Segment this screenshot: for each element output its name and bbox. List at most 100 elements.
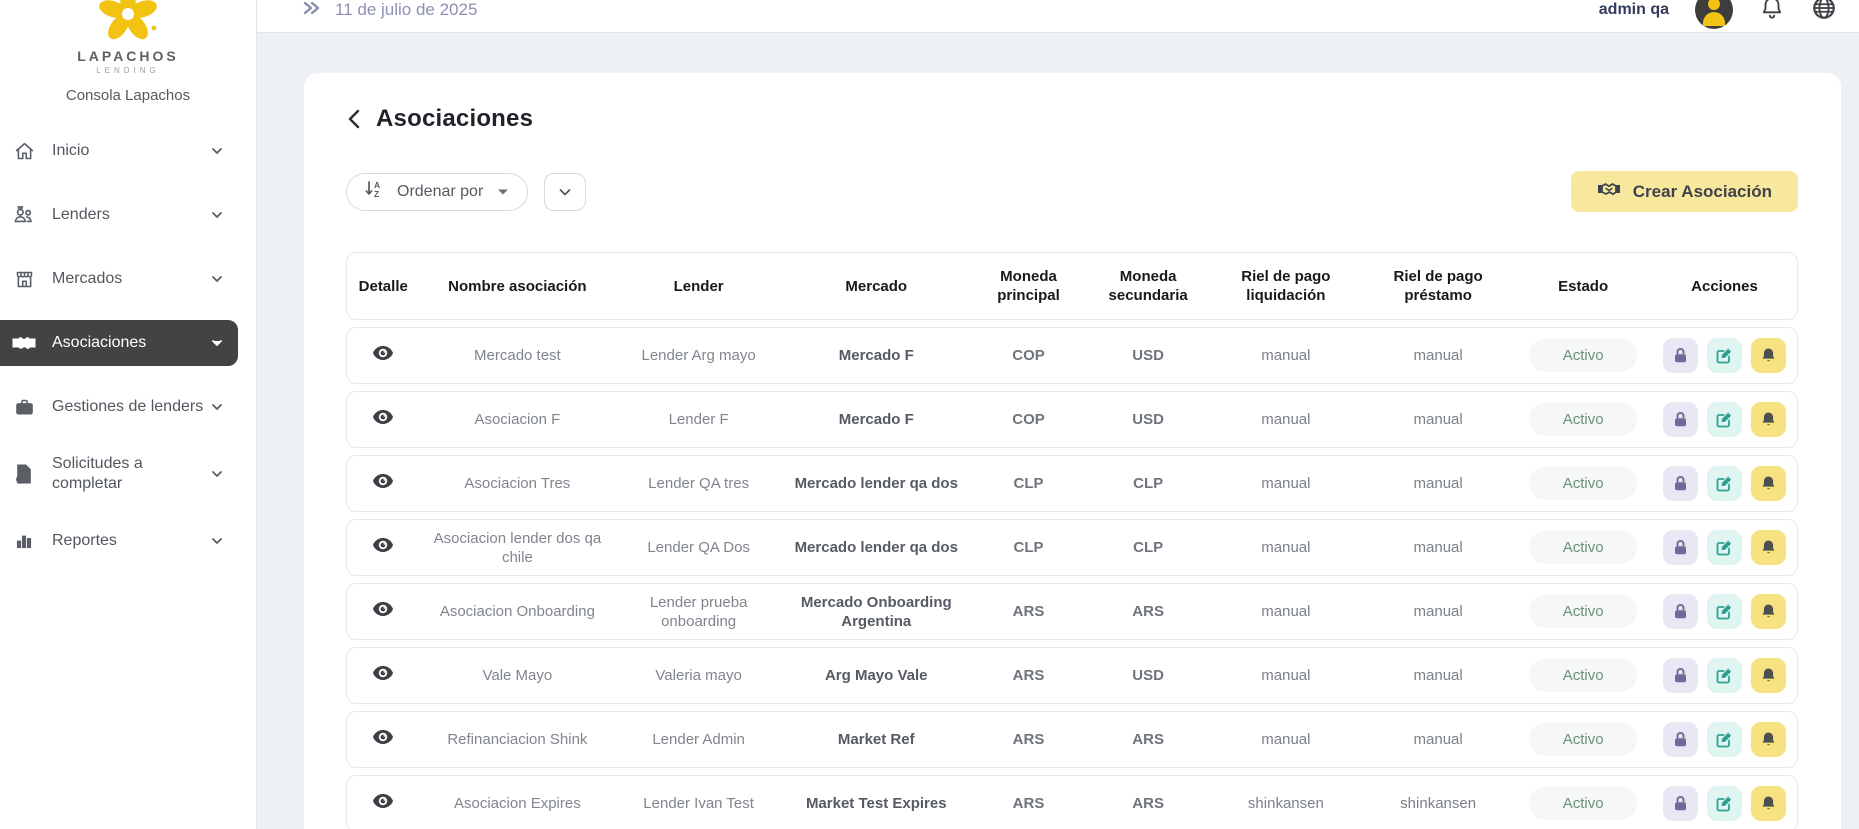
edit-button[interactable] — [1707, 402, 1742, 437]
lock-button[interactable] — [1663, 530, 1698, 565]
sidebar-item-gestiones-de-lenders[interactable]: Gestiones de lenders — [0, 384, 238, 430]
sidebar-item-mercados[interactable]: Mercados — [0, 256, 238, 302]
notify-button[interactable] — [1751, 594, 1786, 629]
lock-icon — [1672, 347, 1689, 364]
sidebar-item-label: Inicio — [52, 141, 204, 161]
lock-button[interactable] — [1663, 466, 1698, 501]
cell-riel-prestamo: manual — [1362, 730, 1514, 749]
sort-by-button[interactable]: A Z Ordenar por — [346, 173, 528, 211]
globe-icon[interactable] — [1811, 0, 1837, 26]
user-name[interactable]: admin qa — [1599, 1, 1669, 19]
notify-button[interactable] — [1751, 466, 1786, 501]
cell-moneda-secundaria: USD — [1087, 410, 1210, 429]
console-title: Consola Lapachos — [0, 87, 256, 104]
notify-button[interactable] — [1751, 530, 1786, 565]
cell-riel-prestamo: manual — [1362, 666, 1514, 685]
edit-icon — [1716, 347, 1733, 364]
column-header: Mercado — [782, 277, 971, 296]
sidebar-item-label: Solicitudes a completar — [52, 454, 204, 494]
lock-button[interactable] — [1663, 786, 1698, 821]
expand-filters-button[interactable] — [544, 173, 586, 211]
sidebar: LAPACHOS LENDING Consola Lapachos Inicio… — [0, 0, 257, 829]
cell-nombre-asociacion: Vale Mayo — [420, 666, 616, 685]
double-chevron-icon[interactable] — [301, 0, 323, 24]
edit-button[interactable] — [1707, 722, 1742, 757]
status-badge: Activo — [1529, 723, 1637, 756]
chevron-down-icon — [210, 534, 224, 548]
edit-button[interactable] — [1707, 466, 1742, 501]
edit-button[interactable] — [1707, 658, 1742, 693]
bell-icon[interactable] — [1759, 0, 1785, 26]
notify-button[interactable] — [1751, 402, 1786, 437]
cell-riel-prestamo: shinkansen — [1362, 794, 1514, 813]
cell-nombre-asociacion: Asociacion Onboarding — [420, 602, 616, 621]
sidebar-item-reportes[interactable]: Reportes — [0, 518, 238, 564]
eye-icon — [372, 665, 394, 681]
chevron-down-icon — [210, 467, 224, 481]
table-row: Asociacion Expires Lender Ivan Test Mark… — [346, 775, 1798, 829]
cell-mercado: Mercado F — [782, 346, 971, 365]
cell-moneda-principal: COP — [971, 410, 1087, 429]
edit-button[interactable] — [1707, 786, 1742, 821]
view-detail-button[interactable] — [372, 665, 394, 681]
chevron-down-icon — [210, 144, 224, 158]
status-badge: Activo — [1529, 595, 1637, 628]
column-header: Lender — [615, 277, 782, 296]
view-detail-button[interactable] — [372, 729, 394, 745]
breadcrumb: 11 de julio de 2025 — [301, 0, 477, 24]
status-badge: Activo — [1529, 339, 1637, 372]
cell-riel-liquidacion: manual — [1210, 666, 1362, 685]
table-row: Asociacion lender dos qa chile Lender QA… — [346, 519, 1798, 576]
avatar[interactable] — [1695, 0, 1733, 29]
lock-button[interactable] — [1663, 722, 1698, 757]
table-body: Mercado test Lender Arg mayo Mercado F C… — [346, 327, 1798, 829]
cell-nombre-asociacion: Asociacion F — [420, 410, 616, 429]
view-detail-button[interactable] — [372, 793, 394, 809]
sidebar-item-solicitudes-a-completar[interactable]: Solicitudes a completar — [0, 448, 238, 500]
cell-mercado: Mercado lender qa dos — [782, 538, 971, 557]
notify-button[interactable] — [1751, 722, 1786, 757]
lock-button[interactable] — [1663, 338, 1698, 373]
lock-button[interactable] — [1663, 658, 1698, 693]
lock-icon — [1672, 603, 1689, 620]
cell-riel-prestamo: manual — [1362, 538, 1514, 557]
status-badge: Activo — [1529, 467, 1637, 500]
person-icon — [1708, 0, 1720, 10]
cell-mercado: Mercado lender qa dos — [782, 474, 971, 493]
view-detail-button[interactable] — [372, 537, 394, 553]
eye-icon — [372, 409, 394, 425]
notify-button[interactable] — [1751, 786, 1786, 821]
cell-mercado: Market Ref — [782, 730, 971, 749]
edit-icon — [1716, 795, 1733, 812]
cell-lender: Lender Admin — [615, 730, 782, 749]
view-detail-button[interactable] — [372, 601, 394, 617]
cell-nombre-asociacion: Refinanciacion Shink — [420, 730, 616, 749]
sidebar-item-asociaciones[interactable]: Asociaciones — [0, 320, 238, 366]
sidebar-item-label: Lenders — [52, 205, 204, 225]
edit-icon — [1716, 603, 1733, 620]
sidebar-item-lenders[interactable]: Lenders — [0, 192, 238, 238]
cell-moneda-principal: ARS — [971, 666, 1087, 685]
view-detail-button[interactable] — [372, 409, 394, 425]
sidebar-item-inicio[interactable]: Inicio — [0, 128, 238, 174]
table-row: Asociacion Onboarding Lender prueba onbo… — [346, 583, 1798, 640]
sort-by-label: Ordenar por — [397, 183, 483, 201]
edit-button[interactable] — [1707, 594, 1742, 629]
create-association-button[interactable]: Crear Asociación — [1571, 171, 1798, 212]
brand-subtitle: LENDING — [0, 66, 256, 75]
handshake-icon — [1597, 180, 1621, 203]
lock-button[interactable] — [1663, 594, 1698, 629]
back-chevron-icon[interactable] — [346, 108, 362, 130]
sidebar-item-label: Gestiones de lenders — [52, 397, 204, 417]
view-detail-button[interactable] — [372, 345, 394, 361]
edit-button[interactable] — [1707, 530, 1742, 565]
view-detail-button[interactable] — [372, 473, 394, 489]
notify-button[interactable] — [1751, 658, 1786, 693]
edit-button[interactable] — [1707, 338, 1742, 373]
cell-lender: Valeria mayo — [615, 666, 782, 685]
lock-button[interactable] — [1663, 402, 1698, 437]
cell-moneda-principal: ARS — [971, 602, 1087, 621]
notify-button[interactable] — [1751, 338, 1786, 373]
brand-logo: LAPACHOS LENDING Consola Lapachos — [0, 0, 256, 104]
cell-moneda-secundaria: ARS — [1087, 794, 1210, 813]
